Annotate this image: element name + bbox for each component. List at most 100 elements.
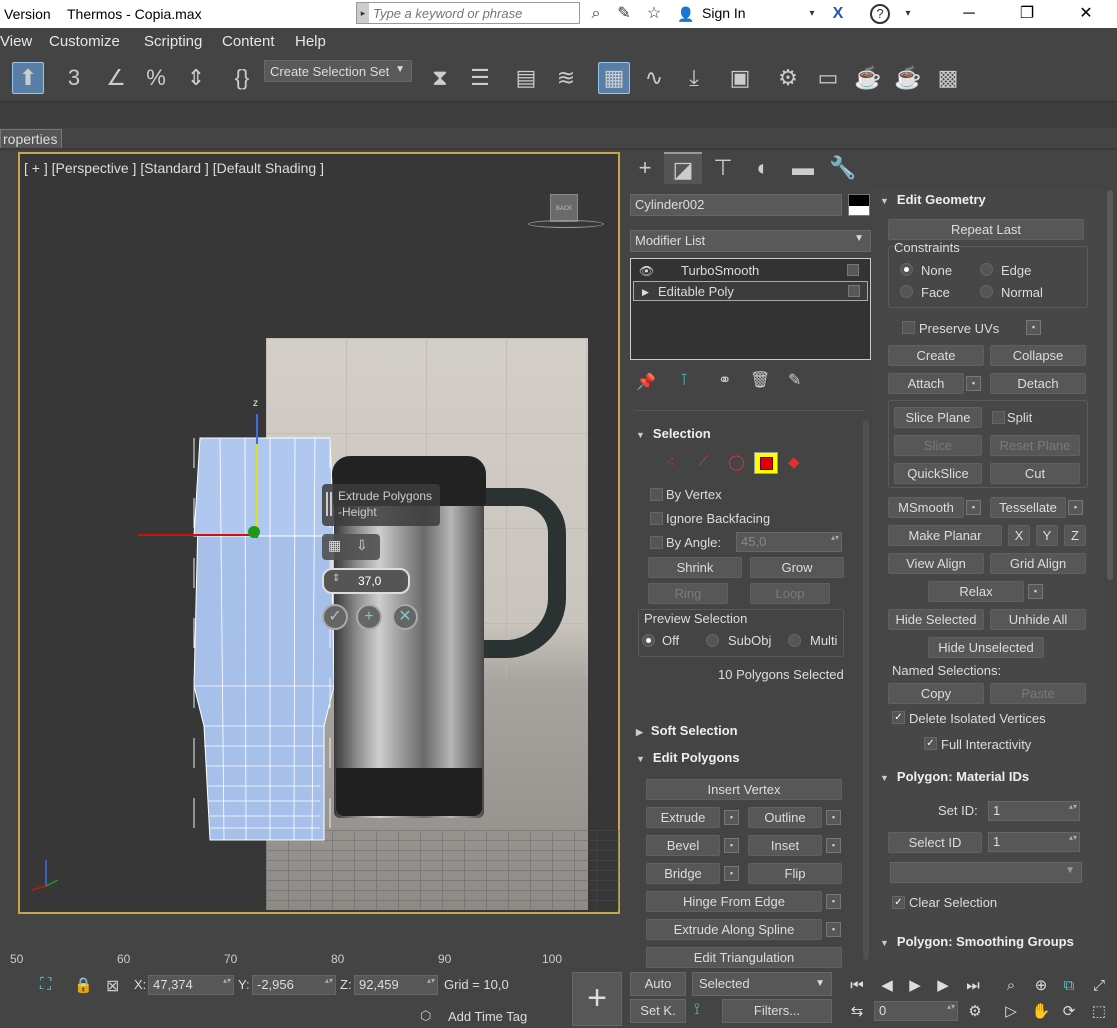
constraint-none-radio[interactable] xyxy=(900,263,913,276)
align-icon[interactable]: ☰ xyxy=(464,62,496,94)
snap-3d-icon[interactable]: 3 xyxy=(58,62,90,94)
x-coordinate-field[interactable]: 47,374 xyxy=(148,975,234,995)
search-box[interactable]: ▸ xyxy=(356,2,580,24)
by-vertex-checkbox[interactable] xyxy=(650,488,663,501)
zoom-icon[interactable]: ⌕ xyxy=(1000,975,1022,997)
extrude-along-spline-button[interactable]: Extrude Along Spline xyxy=(646,919,822,940)
key-filters-icon[interactable]: ⟟ xyxy=(694,1001,700,1019)
attach-button[interactable]: Attach xyxy=(888,373,964,394)
render-setup-icon[interactable]: ⚙ xyxy=(772,62,804,94)
caddy-grip-icon[interactable] xyxy=(326,492,332,516)
mirror-icon[interactable]: ⧗ xyxy=(424,62,456,94)
render-in-cloud-icon[interactable]: ▩ xyxy=(932,62,964,94)
create-selection-set-dropdown[interactable]: Create Selection Set ▼ xyxy=(264,60,412,82)
absolute-mode-icon[interactable]: ⊠ xyxy=(106,976,119,996)
play-icon[interactable]: ▶ xyxy=(904,975,926,997)
viewcube-icon[interactable]: BACK xyxy=(550,194,578,222)
extrude-button[interactable]: Extrude xyxy=(646,807,720,828)
full-interactivity-checkbox[interactable]: ✓ xyxy=(924,737,937,750)
bridge-button[interactable]: Bridge xyxy=(646,863,720,884)
remove-modifier-icon[interactable]: 🗑 xyxy=(750,370,770,390)
slice-plane-button[interactable]: Slice Plane xyxy=(894,407,982,428)
auto-key-button[interactable]: Auto xyxy=(630,972,686,996)
key-mode-icon[interactable]: ⇆ xyxy=(846,1001,868,1023)
bridge-settings-icon[interactable]: ▪ xyxy=(724,866,739,881)
named-selection-icon[interactable]: {} xyxy=(226,62,258,94)
pan-view-icon[interactable]: ✋ xyxy=(1030,1001,1052,1023)
isolate-selection-icon[interactable]: ⛶ xyxy=(40,976,51,994)
select-object-icon[interactable]: ⬆ xyxy=(12,62,44,94)
caddy-apply-icon[interactable]: + xyxy=(356,604,382,630)
planar-z-button[interactable]: Z xyxy=(1064,525,1086,546)
right-scrollbar[interactable] xyxy=(1107,190,1113,580)
modifier-toggle-icon[interactable] xyxy=(847,264,859,276)
loop-button[interactable]: Loop xyxy=(750,583,830,604)
zoom-extents-icon[interactable]: ⧉ xyxy=(1058,975,1080,997)
material-editor-icon[interactable]: ▣ xyxy=(724,62,756,94)
motion-tab-icon[interactable]: ◐ xyxy=(744,152,782,184)
preserve-uvs-checkbox[interactable] xyxy=(902,321,915,334)
selected-dropdown[interactable]: Selected ▼ xyxy=(692,972,832,996)
maximize-viewport-icon[interactable]: ⬚ xyxy=(1088,1001,1110,1023)
tessellate-button[interactable]: Tessellate xyxy=(990,497,1066,518)
unhide-all-button[interactable]: Unhide All xyxy=(990,609,1086,630)
previous-frame-icon[interactable]: ◀ xyxy=(876,975,898,997)
viewcube-ring[interactable] xyxy=(528,220,604,228)
help-dropdown-icon[interactable]: ▾ xyxy=(898,4,918,24)
menu-view[interactable]: View xyxy=(0,33,32,50)
grow-button[interactable]: Grow xyxy=(750,557,844,578)
create-button[interactable]: Create xyxy=(888,345,984,366)
caddy-cancel-icon[interactable]: ✕ xyxy=(392,604,418,630)
filters-button[interactable]: Filters... xyxy=(722,999,832,1023)
zoom-extents-all-icon[interactable]: ⤢ xyxy=(1088,975,1110,997)
constraint-edge-radio[interactable] xyxy=(980,263,993,276)
detach-button[interactable]: Detach xyxy=(990,373,1086,394)
lock-icon[interactable]: 🔒 xyxy=(74,976,93,994)
height-spinner-icon[interactable]: ⇕ xyxy=(332,573,340,584)
sign-in-button[interactable]: Sign In xyxy=(702,5,746,21)
cylinder-mesh[interactable] xyxy=(190,436,334,844)
bevel-settings-icon[interactable]: ▪ xyxy=(724,838,739,853)
insert-vertex-button[interactable]: Insert Vertex xyxy=(646,779,842,800)
collapse-button[interactable]: Collapse xyxy=(990,345,1086,366)
outline-settings-icon[interactable]: ▪ xyxy=(826,810,841,825)
inset-button[interactable]: Inset xyxy=(748,835,822,856)
edit-polygons-rollout-header[interactable]: ▼ Edit Polygons xyxy=(636,747,740,769)
planar-y-button[interactable]: Y xyxy=(1036,525,1058,546)
go-to-end-icon[interactable]: ⏭ xyxy=(962,975,984,997)
preview-multi-radio[interactable] xyxy=(788,634,801,647)
border-mode-icon[interactable]: ◯ xyxy=(728,453,745,471)
time-config-icon[interactable]: ⚙ xyxy=(964,1001,986,1023)
attach-list-icon[interactable]: ▪ xyxy=(966,376,981,391)
go-to-start-icon[interactable]: ⏮ xyxy=(846,975,868,997)
timeline-ruler[interactable]: 50 60 70 80 90 100 xyxy=(0,948,575,970)
perspective-viewport[interactable]: [ + ] [Perspective ] [Standard ] [Defaul… xyxy=(18,152,622,914)
zoom-all-icon[interactable]: ⊕ xyxy=(1030,975,1052,997)
set-id-spinner[interactable]: 1 xyxy=(988,801,1080,821)
add-time-tag[interactable]: Add Time Tag xyxy=(448,1009,527,1024)
gizmo-y-axis[interactable] xyxy=(256,444,258,534)
angle-snap-icon[interactable]: ∠ xyxy=(100,62,132,94)
hide-unselected-button[interactable]: Hide Unselected xyxy=(928,637,1044,658)
subscription-icon[interactable]: ✎ xyxy=(614,4,634,24)
render-production-icon[interactable]: ☕ xyxy=(852,62,884,94)
split-checkbox[interactable] xyxy=(992,411,1005,424)
gizmo-center-icon[interactable] xyxy=(248,526,260,538)
by-angle-checkbox[interactable] xyxy=(650,536,663,549)
exchange-icon[interactable]: X xyxy=(828,4,848,24)
spinner-snap-icon[interactable]: ⇕ xyxy=(180,62,212,94)
slice-button[interactable]: Slice xyxy=(894,435,982,456)
current-frame-field[interactable]: 0 xyxy=(874,1001,958,1021)
element-mode-icon[interactable]: ◆ xyxy=(788,453,800,471)
menu-content[interactable]: Content xyxy=(222,33,275,50)
time-tag-icon[interactable]: ⬡ xyxy=(420,1008,431,1024)
left-scrollbar[interactable] xyxy=(863,420,869,960)
bevel-button[interactable]: Bevel xyxy=(646,835,720,856)
schematic-view-icon[interactable]: ⤓ xyxy=(678,62,710,94)
create-tab-icon[interactable]: + xyxy=(626,152,664,184)
preview-off-radio[interactable] xyxy=(642,634,655,647)
relax-settings-icon[interactable]: ▪ xyxy=(1028,584,1043,599)
scene-explorer-icon[interactable]: ▤ xyxy=(510,62,542,94)
field-of-view-icon[interactable]: ▷ xyxy=(1000,1001,1022,1023)
menu-customize[interactable]: Customize xyxy=(49,33,120,50)
